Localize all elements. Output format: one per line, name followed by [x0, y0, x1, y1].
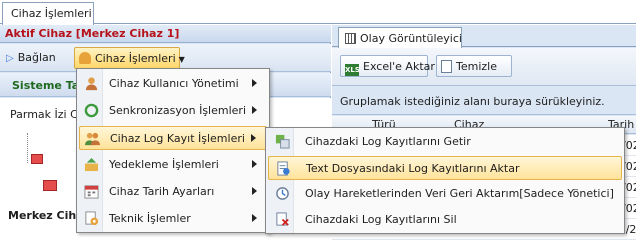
submenu-arrow-icon: [251, 134, 256, 142]
document-icon: [441, 60, 452, 73]
submenu-arrow-icon: [252, 187, 257, 195]
submenu-item-label: Text Dosyasındaki Log Kayıtlarını Aktar: [306, 162, 520, 175]
menu-item-label: Cihaz Log Kayıt İşlemleri: [110, 132, 245, 145]
clear-button[interactable]: Temizle: [436, 55, 512, 77]
clear-label: Temizle: [456, 60, 497, 73]
submenu-arrow-icon: [252, 79, 257, 87]
device-operations-menu: Cihaz Kullanıcı Yönetimi Senkronizasyon …: [76, 68, 270, 233]
device-name-label: Merkez Ciha: [8, 209, 84, 222]
delete-log-icon: [276, 212, 289, 226]
submenu-arrow-icon: [252, 106, 257, 114]
computer-icon[interactable]: [43, 180, 57, 191]
event-tab-label: Olay Görüntüleyici: [360, 32, 462, 45]
submenu-item-import-text-logs[interactable]: Text Dosyasındaki Log Kayıtlarını Aktar: [268, 156, 622, 180]
play-icon: ▷: [6, 53, 14, 64]
log-operations-submenu: Cihazdaki Log Kayıtlarını Getir Text Dos…: [265, 127, 625, 234]
active-device-header: Aktif Cihaz [Merkez Cihaz 1]: [0, 25, 331, 43]
menu-item-synchronization[interactable]: Senkronizasyon İşlemleri: [79, 99, 267, 123]
submenu-item-fetch-logs[interactable]: Cihazdaki Log Kayıtlarını Getir: [268, 130, 622, 154]
menu-item-log-operations[interactable]: Cihaz Log Kayıt İşlemleri: [79, 126, 267, 150]
calendar-icon: [84, 185, 99, 199]
export-excel-label: Excel'e Aktar: [363, 60, 435, 73]
menu-item-technical[interactable]: Teknik İşlemler: [79, 207, 267, 231]
tab-event-viewer[interactable]: Olay Görüntüleyici: [338, 27, 462, 48]
device-icon: [79, 52, 91, 64]
connect-button[interactable]: ▷ Bağlan: [6, 47, 68, 69]
excel-icon: XLS: [345, 64, 360, 76]
backup-icon: [84, 157, 99, 172]
tree-connector: [27, 133, 28, 163]
menu-item-label: Cihaz Kullanıcı Yönetimi: [109, 77, 239, 90]
export-excel-button[interactable]: XLS Excel'e Aktar: [340, 55, 435, 77]
menu-item-label: Yedekleme İşlemleri: [109, 158, 219, 171]
tab-device-operations[interactable]: Cihaz İşlemleri: [2, 2, 94, 25]
fingerprint-label: Parmak İzi Ci: [10, 108, 81, 121]
tools-icon: [85, 211, 99, 226]
computer-icon[interactable]: [31, 154, 43, 164]
sync-icon: [84, 103, 99, 118]
event-viewer-icon: [345, 33, 356, 44]
event-toolbar: XLS Excel'e Aktar Temizle: [332, 48, 636, 86]
chevron-down-icon: ▼: [178, 55, 185, 64]
group-by-panel[interactable]: Gruplamak istediğiniz alanı buraya sürük…: [332, 87, 636, 115]
submenu-item-delete-logs[interactable]: Cihazdaki Log Kayıtlarını Sil: [268, 208, 622, 232]
submenu-item-label: Cihazdaki Log Kayıtlarını Getir: [305, 135, 471, 148]
download-log-icon: [275, 134, 290, 149]
users-log-icon: [85, 132, 100, 146]
connect-label: Bağlan: [17, 51, 56, 64]
menu-item-date-settings[interactable]: Cihaz Tarih Ayarları: [79, 180, 267, 204]
submenu-arrow-icon: [252, 214, 257, 222]
outer-tabstrip: [0, 0, 636, 24]
text-file-icon: [277, 161, 290, 176]
device-operations-label: Cihaz İşlemleri: [95, 52, 176, 65]
menu-item-backup[interactable]: Yedekleme İşlemleri: [79, 153, 267, 177]
menu-item-label: Cihaz Tarih Ayarları: [109, 185, 215, 198]
submenu-item-label: Cihazdaki Log Kayıtlarını Sil: [305, 213, 457, 226]
device-operations-button[interactable]: Cihaz İşlemleri ▼: [74, 47, 185, 69]
user-icon: [85, 77, 98, 91]
menu-item-label: Senkronizasyon İşlemleri: [109, 104, 247, 117]
submenu-item-label: Olay Hareketlerinden Veri Geri Aktarım[S…: [305, 187, 614, 200]
restore-icon: [276, 187, 289, 200]
menu-item-label: Teknik İşlemler: [109, 212, 191, 225]
submenu-item-restore-events[interactable]: Olay Hareketlerinden Veri Geri Aktarım[S…: [268, 182, 622, 206]
submenu-arrow-icon: [252, 160, 257, 168]
menu-item-user-management[interactable]: Cihaz Kullanıcı Yönetimi: [79, 72, 267, 96]
